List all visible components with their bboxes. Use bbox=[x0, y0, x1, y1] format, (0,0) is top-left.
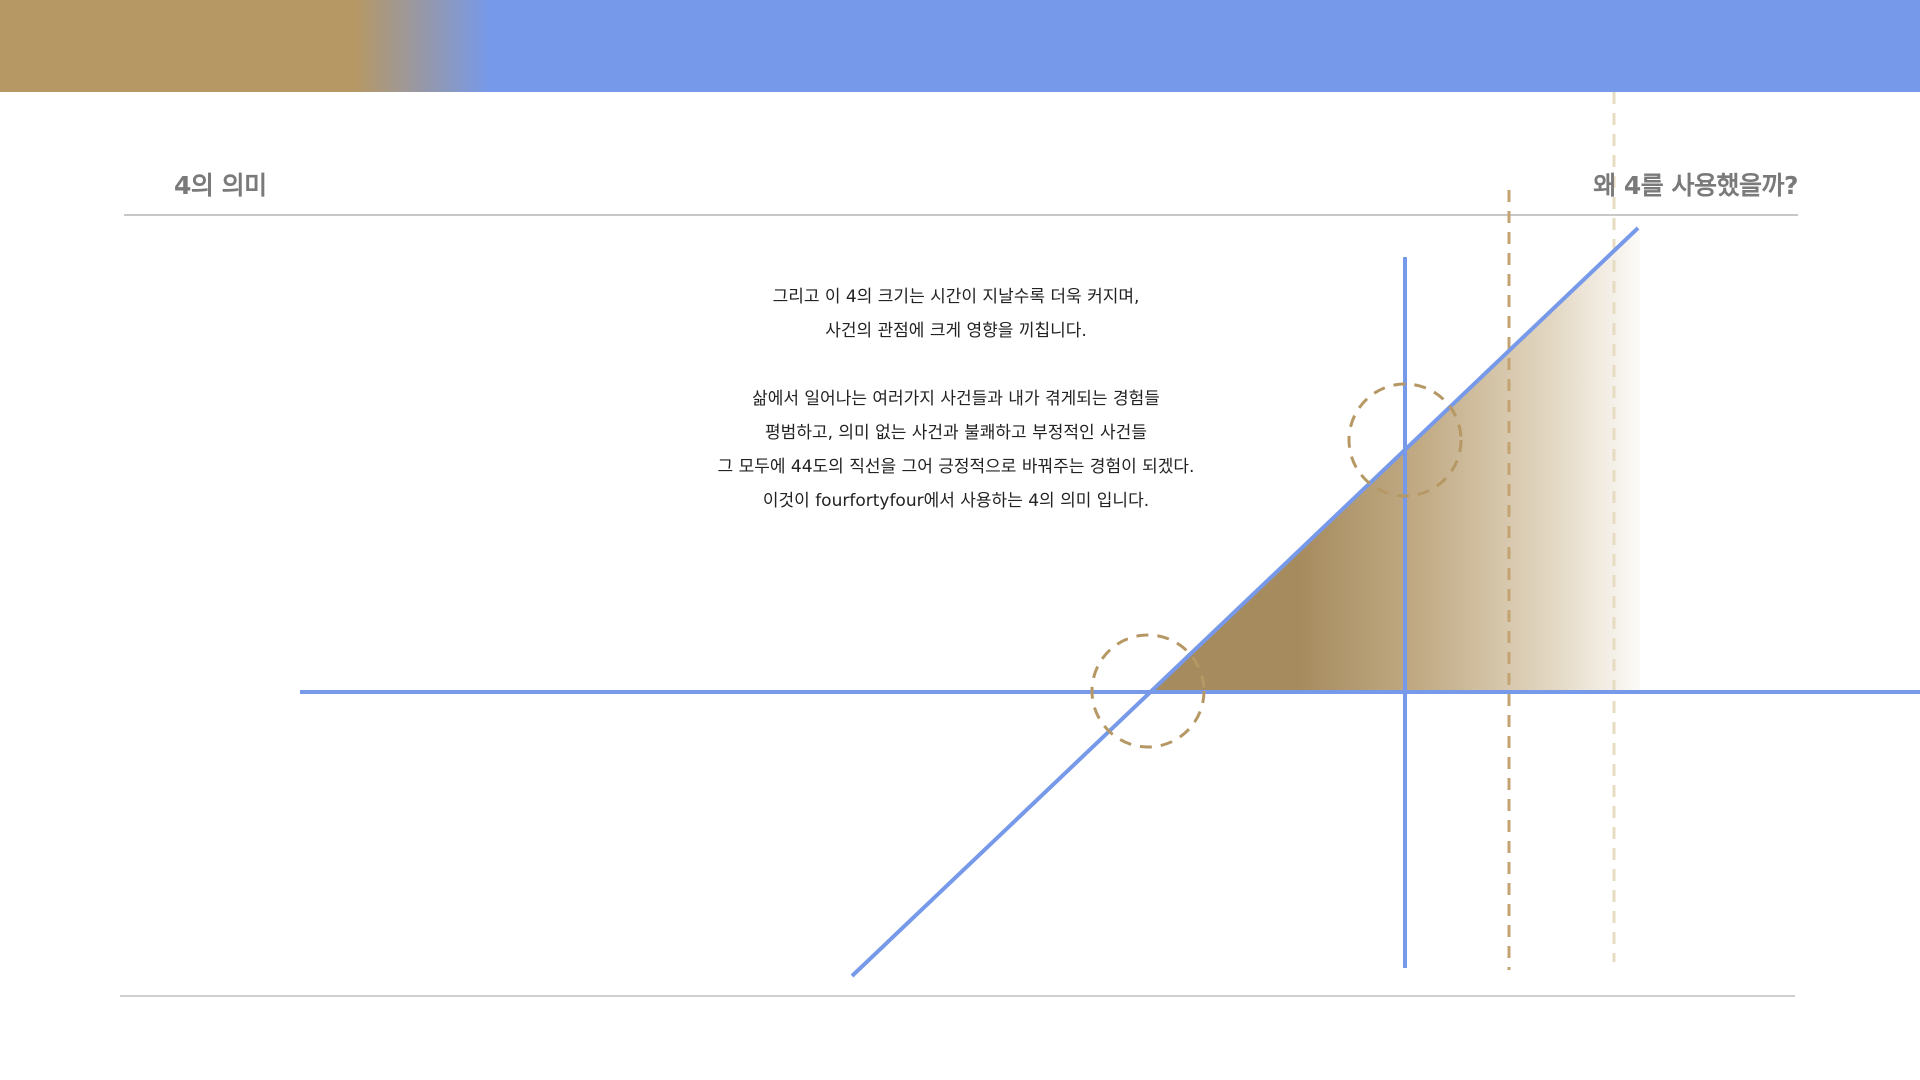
text-line: 삶에서 일어나는 여러가지 사건들과 내가 겪게되는 경험들 bbox=[752, 389, 1160, 409]
angle-diagram bbox=[300, 92, 1920, 978]
paragraph-2: 삶에서 일어나는 여러가지 사건들과 내가 겪게되는 경험들 평범하고, 의미 … bbox=[606, 382, 1306, 518]
body-text: 그리고 이 4의 크기는 시간이 지날수록 더욱 커지며, 사건의 관점에 크게… bbox=[606, 280, 1306, 518]
text-line: 그리고 이 4의 크기는 시간이 지날수록 더욱 커지며, bbox=[772, 287, 1140, 307]
text-line: 평범하고, 의미 없는 사건과 불쾌하고 부정적인 사건들 bbox=[765, 423, 1147, 443]
paragraph-1: 그리고 이 4의 크기는 시간이 지날수록 더욱 커지며, 사건의 관점에 크게… bbox=[606, 280, 1306, 348]
text-line: 그 모두에 44도의 직선을 그어 긍정적으로 바꿔주는 경험이 되겠다. bbox=[717, 457, 1195, 477]
text-line: 이것이 fourfortyfour에서 사용하는 4의 의미 입니다. bbox=[762, 491, 1150, 511]
slide: 4의 의미 왜 4를 사용했을까? 그리고 이 4의 크기는 시간이 지날수록 … bbox=[0, 0, 1920, 1080]
section-question: 왜 4를 사용했을까? bbox=[1593, 171, 1798, 200]
text-line: 사건의 관점에 크게 영향을 끼칩니다. bbox=[825, 321, 1087, 341]
